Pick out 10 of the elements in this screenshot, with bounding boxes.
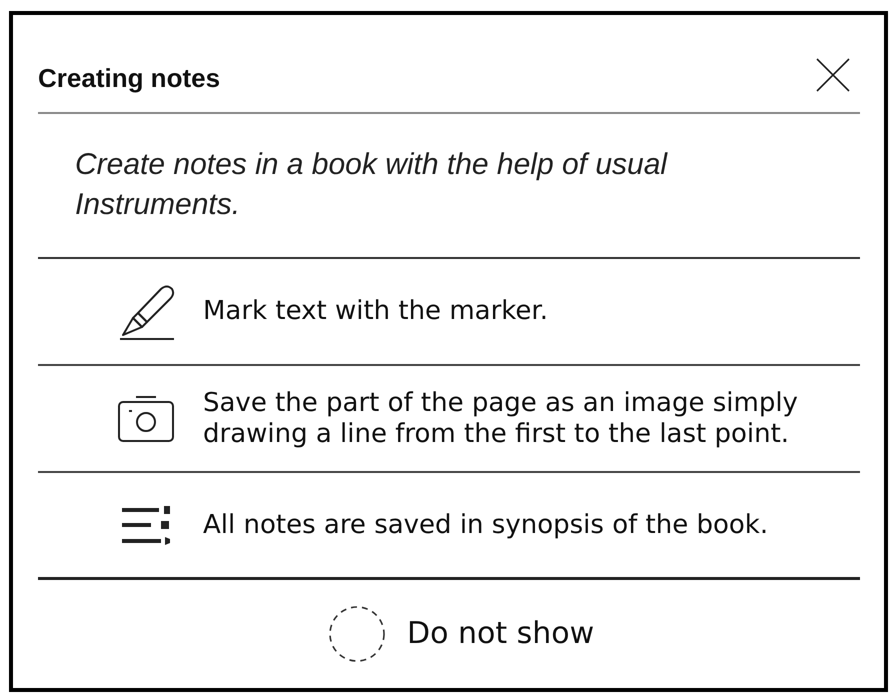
do-not-show-checkbox[interactable]: Do not show (328, 605, 594, 663)
close-icon (816, 58, 850, 92)
list-icon (121, 504, 171, 546)
intro-text: Create notes in a book with the help of usual Instruments. (75, 147, 669, 223)
dialog-title: Creating notes (38, 62, 220, 94)
close-button[interactable] (816, 58, 850, 92)
tip-text: Save the part of the page as an image simply drawing a line from the first to the last point. (203, 388, 799, 450)
tip-text: All notes are saved in synopsis of the book. (203, 510, 770, 540)
camera-icon (117, 394, 175, 443)
tip-text: Mark text with the marker. (203, 296, 549, 327)
